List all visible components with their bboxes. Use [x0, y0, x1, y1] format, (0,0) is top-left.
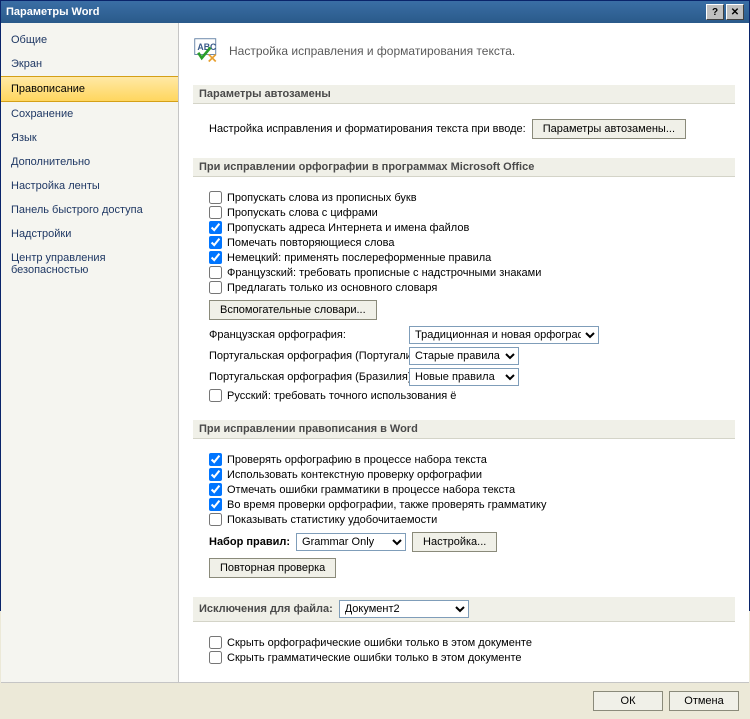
titlebar-buttons: ? ✕	[706, 4, 744, 20]
custom-dictionaries-button[interactable]: Вспомогательные словари...	[209, 300, 377, 320]
section-exceptions-header: Исключения для файла: Документ2	[193, 597, 735, 622]
cb-numbers[interactable]	[209, 206, 222, 219]
dialog-window: Параметры Word ? ✕ Общие Экран Правописа…	[0, 0, 750, 611]
pt-pt-label: Португальская орфография (Португалия):	[209, 350, 399, 362]
lbl-hide-grammar: Скрыть грамматические ошибки только в эт…	[227, 652, 522, 664]
cb-check-spell[interactable]	[209, 453, 222, 466]
autocorrect-desc: Настройка исправления и форматирования т…	[209, 123, 526, 135]
exceptions-title: Исключения для файла:	[199, 603, 333, 615]
cb-hide-grammar[interactable]	[209, 651, 222, 664]
cb-hide-spell[interactable]	[209, 636, 222, 649]
rules-label: Набор правил:	[209, 536, 290, 548]
cb-french-acc[interactable]	[209, 266, 222, 279]
page-header-text: Настройка исправления и форматирования т…	[229, 44, 515, 58]
sidebar: Общие Экран Правописание Сохранение Язык…	[1, 23, 179, 682]
content-pane: ABC Настройка исправления и форматирован…	[179, 23, 749, 682]
lbl-repeated: Помечать повторяющиеся слова	[227, 237, 395, 249]
lbl-german: Немецкий: применять послереформенные пра…	[227, 252, 491, 264]
cb-check-grammar[interactable]	[209, 498, 222, 511]
cb-mark-grammar[interactable]	[209, 483, 222, 496]
sidebar-item-general[interactable]: Общие	[1, 28, 178, 52]
cb-russian-yo[interactable]	[209, 389, 222, 402]
sidebar-item-proofing[interactable]: Правописание	[1, 76, 178, 102]
lbl-numbers: Пропускать слова с цифрами	[227, 207, 378, 219]
lbl-french-acc: Французский: требовать прописные с надст…	[227, 267, 541, 279]
lbl-check-spell: Проверять орфографию в процессе набора т…	[227, 454, 487, 466]
dialog-footer: ОК Отмена	[1, 682, 749, 719]
rules-select[interactable]: Grammar Only	[296, 533, 406, 551]
dialog-body: Общие Экран Правописание Сохранение Язык…	[1, 23, 749, 719]
proofing-icon: ABC	[193, 37, 221, 65]
sidebar-item-save[interactable]: Сохранение	[1, 102, 178, 126]
cb-context-spell[interactable]	[209, 468, 222, 481]
cb-repeated[interactable]	[209, 236, 222, 249]
lbl-urls: Пропускать адреса Интернета и имена файл…	[227, 222, 469, 234]
lbl-main-dict: Предлагать только из основного словаря	[227, 282, 437, 294]
lbl-mark-grammar: Отмечать ошибки грамматики в процессе на…	[227, 484, 515, 496]
pt-br-select[interactable]: Новые правила	[409, 368, 519, 386]
close-button[interactable]: ✕	[726, 4, 744, 20]
cb-readability[interactable]	[209, 513, 222, 526]
page-header: ABC Настройка исправления и форматирован…	[193, 31, 735, 77]
lbl-readability: Показывать статистику удобочитаемости	[227, 514, 437, 526]
lbl-uppercase: Пропускать слова из прописных букв	[227, 192, 417, 204]
cancel-button[interactable]: Отмена	[669, 691, 739, 711]
cb-german[interactable]	[209, 251, 222, 264]
ok-button[interactable]: ОК	[593, 691, 663, 711]
lbl-russian-yo: Русский: требовать точного использования…	[227, 390, 456, 402]
cb-urls[interactable]	[209, 221, 222, 234]
sidebar-item-ribbon[interactable]: Настройка ленты	[1, 174, 178, 198]
exceptions-file-select[interactable]: Документ2	[339, 600, 469, 618]
cb-uppercase[interactable]	[209, 191, 222, 204]
titlebar: Параметры Word ? ✕	[1, 1, 749, 23]
section-autocorrect-header: Параметры автозамены	[193, 85, 735, 104]
grammar-settings-button[interactable]: Настройка...	[412, 532, 497, 552]
window-title: Параметры Word	[6, 6, 99, 18]
main-area: Общие Экран Правописание Сохранение Язык…	[1, 23, 749, 682]
sidebar-item-addins[interactable]: Надстройки	[1, 222, 178, 246]
help-button[interactable]: ?	[706, 4, 724, 20]
lbl-context-spell: Использовать контекстную проверку орфогр…	[227, 469, 482, 481]
autocorrect-options-button[interactable]: Параметры автозамены...	[532, 119, 686, 139]
sidebar-item-qat[interactable]: Панель быстрого доступа	[1, 198, 178, 222]
cb-main-dict[interactable]	[209, 281, 222, 294]
sidebar-item-advanced[interactable]: Дополнительно	[1, 150, 178, 174]
section-office-header: При исправлении орфографии в программах …	[193, 158, 735, 177]
french-mode-label: Французская орфография:	[209, 329, 399, 341]
sidebar-item-language[interactable]: Язык	[1, 126, 178, 150]
lbl-hide-spell: Скрыть орфографические ошибки только в э…	[227, 637, 532, 649]
french-mode-select[interactable]: Традиционная и новая орфография	[409, 326, 599, 344]
lbl-check-grammar: Во время проверки орфографии, также пров…	[227, 499, 546, 511]
sidebar-item-display[interactable]: Экран	[1, 52, 178, 76]
recheck-button[interactable]: Повторная проверка	[209, 558, 336, 578]
sidebar-item-trust-center[interactable]: Центр управления безопасностью	[1, 246, 178, 282]
section-word-header: При исправлении правописания в Word	[193, 420, 735, 439]
pt-pt-select[interactable]: Старые правила	[409, 347, 519, 365]
pt-br-label: Португальская орфография (Бразилия):	[209, 371, 399, 383]
